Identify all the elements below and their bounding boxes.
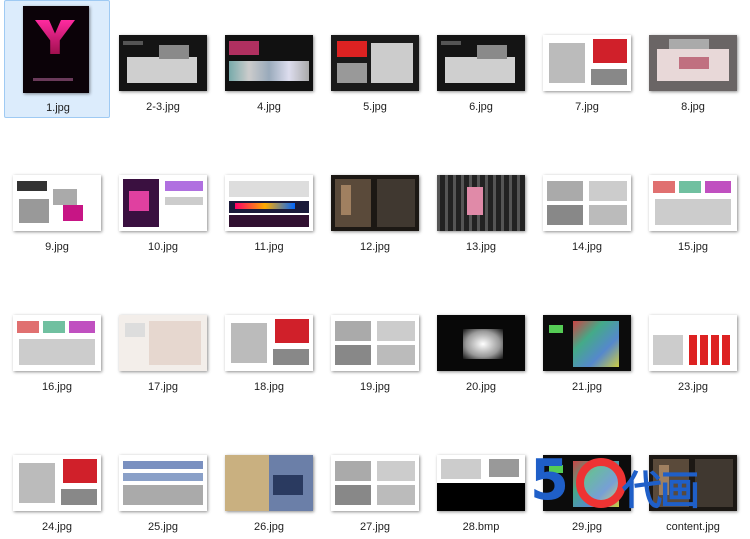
- file-item[interactable]: 20.jpg: [428, 280, 534, 398]
- watermark-circle-icon: [576, 458, 626, 508]
- file-name: 8.jpg: [681, 101, 705, 113]
- file-thumbnail[interactable]: [225, 455, 313, 511]
- file-thumbnail[interactable]: [543, 315, 631, 371]
- file-thumbnail[interactable]: [437, 35, 525, 91]
- file-thumbnail[interactable]: [119, 175, 207, 231]
- file-thumbnail[interactable]: [543, 175, 631, 231]
- file-thumbnail[interactable]: [119, 315, 207, 371]
- file-name: 5.jpg: [363, 101, 387, 113]
- file-item[interactable]: 5.jpg: [322, 0, 428, 118]
- file-name: 12.jpg: [360, 241, 390, 253]
- file-item[interactable]: 18.jpg: [216, 280, 322, 398]
- file-thumbnail[interactable]: [23, 6, 89, 93]
- file-item[interactable]: 9.jpg: [4, 140, 110, 258]
- file-name: 21.jpg: [572, 381, 602, 393]
- watermark-logo: 5 代画: [530, 448, 700, 518]
- file-item[interactable]: 11.jpg: [216, 140, 322, 258]
- file-name: 4.jpg: [257, 101, 281, 113]
- file-name: 2-3.jpg: [146, 101, 180, 113]
- file-item[interactable]: 24.jpg: [4, 420, 110, 538]
- file-name: 24.jpg: [42, 521, 72, 533]
- file-item[interactable]: 14.jpg: [534, 140, 640, 258]
- file-item[interactable]: 6.jpg: [428, 0, 534, 118]
- file-thumbnail[interactable]: [331, 175, 419, 231]
- file-item[interactable]: 17.jpg: [110, 280, 216, 398]
- file-name: 10.jpg: [148, 241, 178, 253]
- file-item[interactable]: 19.jpg: [322, 280, 428, 398]
- file-thumbnail[interactable]: [13, 175, 101, 231]
- file-thumbnail[interactable]: [225, 35, 313, 91]
- file-item[interactable]: 25.jpg: [110, 420, 216, 538]
- file-item[interactable]: 2-3.jpg: [110, 0, 216, 118]
- file-thumbnail[interactable]: [437, 315, 525, 371]
- file-name: 29.jpg: [572, 521, 602, 533]
- file-name: 20.jpg: [466, 381, 496, 393]
- file-name: 16.jpg: [42, 381, 72, 393]
- file-name: 25.jpg: [148, 521, 178, 533]
- file-thumbnail[interactable]: [119, 35, 207, 91]
- file-thumbnail[interactable]: [649, 35, 737, 91]
- file-name: 9.jpg: [45, 241, 69, 253]
- file-thumbnail[interactable]: [437, 455, 525, 511]
- file-item[interactable]: 21.jpg: [534, 280, 640, 398]
- file-item[interactable]: 27.jpg: [322, 420, 428, 538]
- file-name: 19.jpg: [360, 381, 390, 393]
- file-thumbnail[interactable]: [225, 315, 313, 371]
- file-thumbnail[interactable]: [649, 175, 737, 231]
- file-item[interactable]: 26.jpg: [216, 420, 322, 538]
- file-name: 7.jpg: [575, 101, 599, 113]
- file-item[interactable]: 10.jpg: [110, 140, 216, 258]
- file-thumbnail[interactable]: [331, 455, 419, 511]
- watermark-digit: 5: [530, 448, 569, 513]
- file-thumbnail[interactable]: [13, 315, 101, 371]
- file-item[interactable]: 16.jpg: [4, 280, 110, 398]
- file-name: 13.jpg: [466, 241, 496, 253]
- file-name: 28.bmp: [462, 521, 500, 533]
- file-name: 18.jpg: [254, 381, 284, 393]
- file-item[interactable]: 4.jpg: [216, 0, 322, 118]
- file-name: 15.jpg: [678, 241, 708, 253]
- file-item[interactable]: 1.jpg: [4, 0, 110, 118]
- file-thumbnail[interactable]: [119, 455, 207, 511]
- file-name: 26.jpg: [254, 521, 284, 533]
- file-thumbnail[interactable]: [649, 315, 737, 371]
- file-item[interactable]: 15.jpg: [640, 140, 746, 258]
- file-thumbnail[interactable]: [437, 175, 525, 231]
- watermark-text: 代画: [622, 468, 700, 514]
- file-item[interactable]: 12.jpg: [322, 140, 428, 258]
- file-name: 17.jpg: [148, 381, 178, 393]
- file-name: 11.jpg: [254, 241, 284, 253]
- file-name: 23.jpg: [678, 381, 708, 393]
- file-name: content.jpg: [666, 521, 720, 533]
- file-item[interactable]: 8.jpg: [640, 0, 746, 118]
- file-item[interactable]: 13.jpg: [428, 140, 534, 258]
- file-thumbnail[interactable]: [543, 35, 631, 91]
- file-thumbnail[interactable]: [331, 35, 419, 91]
- file-name: 14.jpg: [572, 241, 602, 253]
- file-thumbnail[interactable]: [13, 455, 101, 511]
- file-item[interactable]: 28.bmp: [428, 420, 534, 538]
- file-name: 1.jpg: [46, 102, 70, 114]
- file-item[interactable]: 7.jpg: [534, 0, 640, 118]
- file-thumbnail[interactable]: [225, 175, 313, 231]
- file-thumbnail[interactable]: [331, 315, 419, 371]
- file-name: 6.jpg: [469, 101, 493, 113]
- file-item[interactable]: 23.jpg: [640, 280, 746, 398]
- file-name: 27.jpg: [360, 521, 390, 533]
